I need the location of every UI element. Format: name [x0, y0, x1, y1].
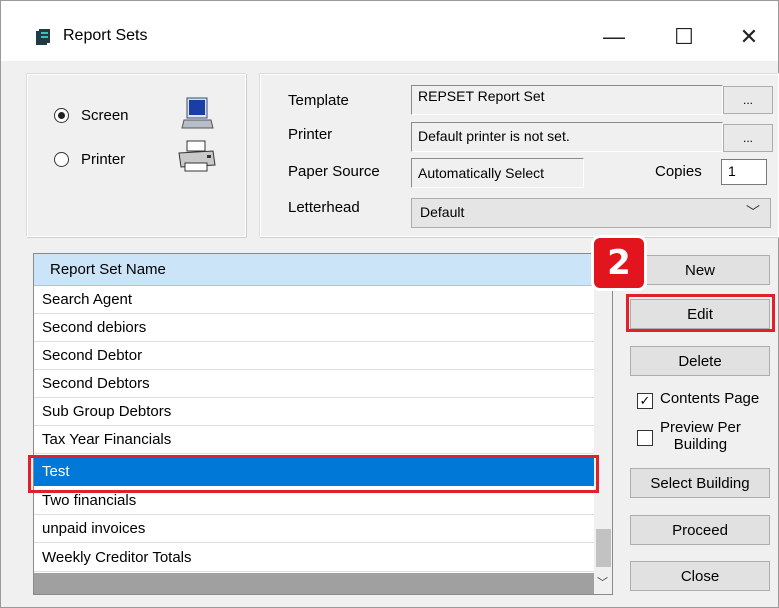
letterhead-value: Default — [420, 204, 465, 220]
list-item[interactable]: Second Debtor — [34, 342, 594, 370]
printer-label: Printer — [288, 126, 333, 143]
list-item[interactable]: unpaid invoices — [34, 515, 594, 543]
preview-per-building-box[interactable] — [637, 430, 653, 446]
contents-page-label: Contents Page — [660, 390, 760, 407]
printer-radio[interactable]: Printer — [54, 151, 125, 168]
monitor-icon — [181, 97, 214, 129]
printer-radio-dot[interactable] — [54, 152, 69, 167]
list-item[interactable]: Sub Group Debtors — [34, 398, 594, 426]
preview-per-building-checkbox[interactable]: Preview Per Building — [637, 419, 741, 453]
close-window-button[interactable]: ✕ — [721, 15, 777, 59]
report-sets-app-icon — [36, 29, 50, 45]
maximize-button[interactable]: ☐ — [656, 15, 712, 59]
list-vertical-scrollbar[interactable]: ﹀ — [594, 254, 612, 594]
printer-field: Default printer is not set. — [411, 122, 723, 152]
copies-field[interactable]: 1 — [721, 159, 767, 185]
scroll-down-arrow-icon[interactable]: ﹀ — [597, 574, 608, 590]
step-badge: 2 — [591, 235, 647, 291]
printer-icon — [178, 140, 216, 172]
preview-per-building-label-line2: Building — [673, 436, 728, 453]
template-label: Template — [288, 92, 349, 109]
test-row-highlight — [28, 455, 599, 493]
proceed-button[interactable]: Proceed — [630, 515, 770, 545]
scrollbar-thumb[interactable] — [596, 529, 611, 567]
list-item[interactable]: Tax Year Financials — [34, 426, 594, 454]
letterhead-label: Letterhead — [288, 199, 360, 216]
list-item[interactable]: Second Debtors — [34, 370, 594, 398]
list-item[interactable]: Weekly Creditor Totals — [34, 544, 594, 572]
preview-per-building-label: Preview Per Building — [660, 419, 741, 453]
printer-browse-button[interactable]: ... — [723, 124, 773, 152]
printer-radio-label: Printer — [81, 151, 126, 168]
select-building-button[interactable]: Select Building — [630, 468, 770, 498]
report-sets-window: Report Sets — ☐ ✕ Screen Printer Templat… — [0, 0, 779, 608]
paper-source-field: Automatically Select — [411, 158, 584, 188]
list-empty-area — [34, 573, 594, 594]
copies-label: Copies — [655, 163, 702, 180]
close-button[interactable]: Close — [630, 561, 770, 591]
report-set-list[interactable]: Report Set Name Search Agent Second debi… — [33, 253, 613, 595]
screen-radio-dot[interactable] — [54, 108, 69, 123]
template-browse-button[interactable]: ... — [723, 86, 773, 114]
paper-source-label: Paper Source — [288, 163, 380, 180]
delete-button[interactable]: Delete — [630, 346, 770, 376]
preview-per-building-label-line1: Preview Per — [660, 419, 741, 436]
chevron-down-icon: ﹀ — [746, 204, 760, 220]
screen-radio[interactable]: Screen — [54, 107, 129, 124]
list-item[interactable]: Search Agent — [34, 286, 594, 314]
new-button[interactable]: New — [630, 255, 770, 285]
minimize-button[interactable]: — — [586, 15, 642, 59]
list-item[interactable]: Second debiors — [34, 314, 594, 342]
contents-page-checkbox[interactable]: ✓ Contents Page — [637, 390, 759, 409]
window-title: Report Sets — [63, 27, 148, 44]
template-field: REPSET Report Set — [411, 85, 723, 115]
edit-button-highlight — [626, 294, 775, 332]
title-bar: Report Sets — ☐ ✕ — [1, 1, 778, 61]
letterhead-dropdown[interactable]: Default ﹀ — [411, 198, 771, 228]
contents-page-check-icon[interactable]: ✓ — [637, 393, 653, 409]
report-set-name-column-header[interactable]: Report Set Name — [34, 254, 594, 286]
screen-radio-label: Screen — [81, 107, 129, 124]
